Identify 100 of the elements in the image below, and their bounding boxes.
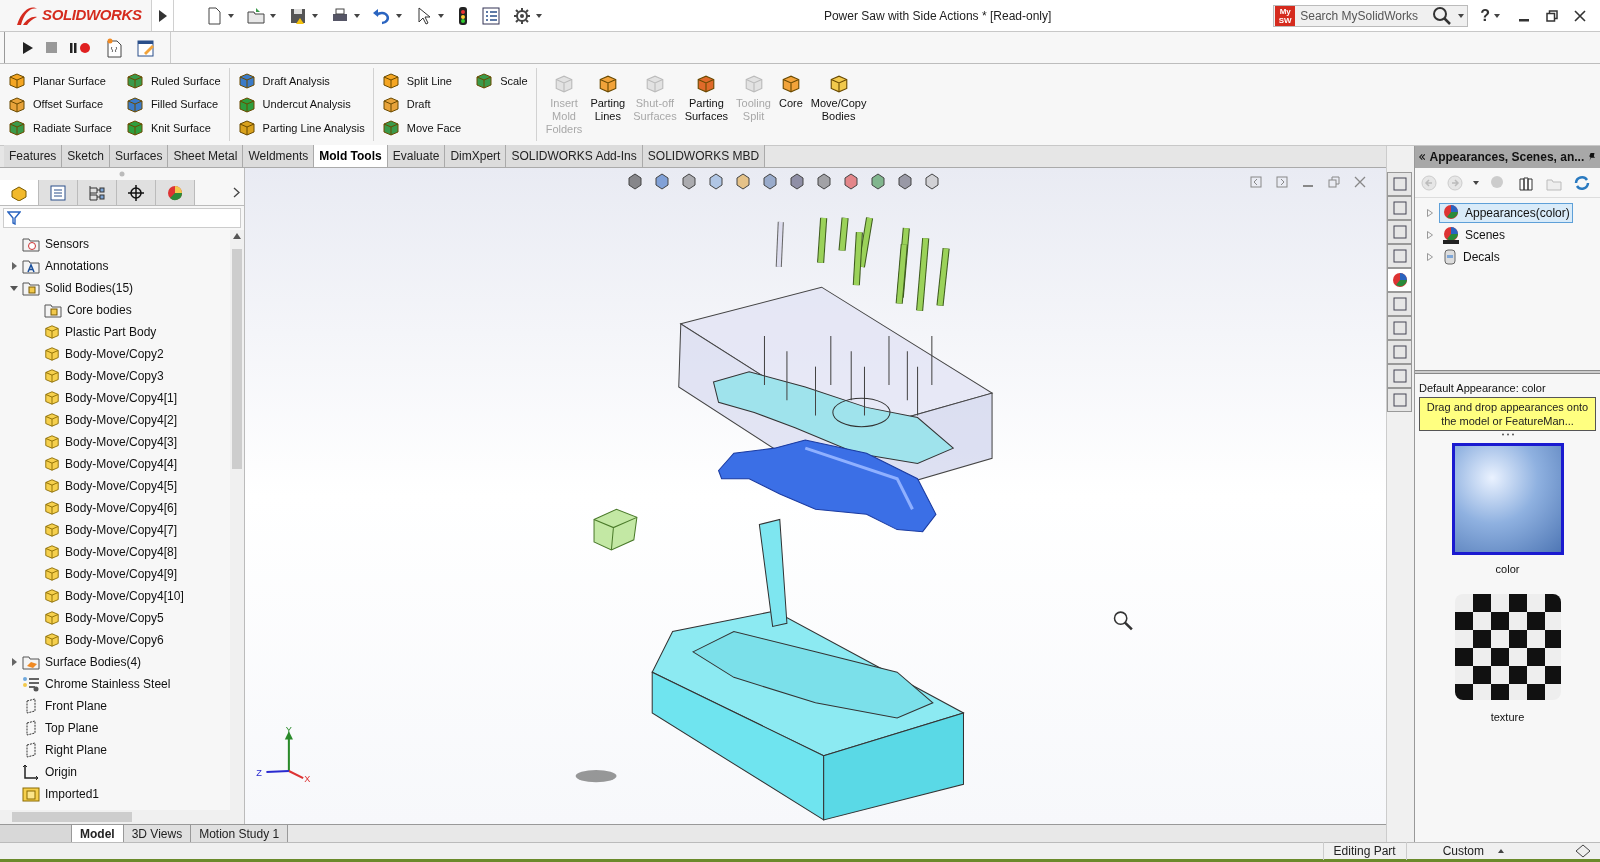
caret-icon[interactable] <box>438 13 444 18</box>
open-folder-icon[interactable] <box>246 5 266 26</box>
command-tab[interactable]: SOLIDWORKS MBD <box>642 145 766 167</box>
view-tool-icon[interactable] <box>895 171 915 191</box>
tree-item-label[interactable]: Body-Move/Copy6 <box>65 631 164 649</box>
tool-button[interactable]: Split Line <box>381 70 462 92</box>
mold-tool-button[interactable]: Parting Lines <box>587 74 629 123</box>
tree-item-label[interactable]: Body-Move/Copy4[7] <box>65 521 178 539</box>
expand-arrow-icon[interactable] <box>1427 208 1433 217</box>
edit-macro-icon[interactable] <box>136 37 156 58</box>
tool-button[interactable]: Parting Line Analysis <box>237 117 365 139</box>
units-menu[interactable]: Custom <box>1442 842 1504 860</box>
tree-item-label[interactable]: Origin <box>45 763 77 781</box>
tree-item-label[interactable]: Surface Bodies(4) <box>45 653 142 671</box>
command-tab[interactable]: Sketch <box>62 145 111 167</box>
command-tab[interactable]: Evaluate <box>387 145 446 167</box>
vertical-scrollbar[interactable] <box>230 230 244 810</box>
command-tab[interactable]: Weldments <box>243 145 315 167</box>
tool-button[interactable]: Radiate Surface <box>8 117 112 139</box>
tree-item-label[interactable]: Body-Move/Copy4[1] <box>65 389 178 407</box>
tool-button[interactable]: Undercut Analysis <box>237 93 365 116</box>
caret-icon[interactable] <box>270 13 276 18</box>
filter-field[interactable] <box>3 208 241 228</box>
new-macro-icon[interactable] <box>105 37 123 58</box>
collapse-arrow-icon[interactable] <box>10 284 18 292</box>
command-tab[interactable]: Sheet Metal <box>168 145 244 167</box>
tree-item-label[interactable]: Body-Move/Copy4[5] <box>65 477 178 495</box>
tree-item-label[interactable]: Front Plane <box>45 697 108 715</box>
tool-button[interactable]: Planar Surface <box>8 70 112 92</box>
tool-button[interactable]: Draft <box>381 93 462 116</box>
appearance-pane-tab[interactable] <box>1387 268 1412 292</box>
view-tool-icon[interactable] <box>733 171 753 191</box>
expand-arrow-icon[interactable] <box>10 658 18 666</box>
model-tab[interactable]: Motion Study 1 <box>191 825 289 842</box>
view-tool-icon[interactable] <box>706 171 726 191</box>
tree-item-label[interactable]: Annotations <box>45 257 109 275</box>
dimxpert-manager-tab[interactable] <box>117 180 156 205</box>
tree-item-label[interactable]: Body-Move/Copy4[8] <box>65 543 178 561</box>
filter-icon[interactable] <box>7 211 21 225</box>
horizontal-scrollbar[interactable] <box>0 810 244 824</box>
grip-dot-icon[interactable] <box>119 171 125 177</box>
play-icon[interactable] <box>23 41 33 54</box>
tile-right-icon[interactable] <box>1276 176 1288 188</box>
tree-item-label[interactable]: Body-Move/Copy4[3] <box>65 433 178 451</box>
tree-item-label[interactable]: Imported1 <box>45 785 100 803</box>
pause-record-icon[interactable] <box>70 41 92 54</box>
caret-icon[interactable] <box>1494 13 1500 18</box>
tree-item-label[interactable]: Plastic Part Body <box>65 323 157 341</box>
tool-button[interactable]: Filled Surface <box>125 93 221 116</box>
tree-item-label[interactable]: Right Plane <box>45 741 108 759</box>
chevron-right-icon[interactable] <box>233 187 240 198</box>
feature-manager-tab[interactable] <box>0 180 39 205</box>
expand-arrow-icon[interactable] <box>1427 230 1433 239</box>
command-tab[interactable]: Surfaces <box>110 145 169 167</box>
command-tab[interactable]: Mold Tools <box>314 145 388 167</box>
caret-icon[interactable] <box>312 13 318 18</box>
tree-item-label[interactable]: Sensors <box>45 235 90 253</box>
model-tab[interactable]: 3D Views <box>123 825 192 842</box>
tool-button[interactable]: Offset Surface <box>8 93 112 116</box>
tree-item-label[interactable]: Body-Move/Copy4[10] <box>65 587 184 605</box>
command-tab[interactable]: DimXpert <box>445 145 507 167</box>
view-tool-icon[interactable] <box>625 171 645 191</box>
expand-menu-icon[interactable] <box>158 9 167 22</box>
task-tree-item[interactable]: Appearances(color) <box>1439 202 1573 223</box>
view-tool-icon[interactable] <box>868 171 888 191</box>
mold-tool-button[interactable]: Parting Surfaces <box>681 74 732 123</box>
restore-icon[interactable] <box>1546 9 1558 22</box>
collapse-chevrons-icon[interactable] <box>1419 152 1426 162</box>
tool-button[interactable]: Draft Analysis <box>237 70 365 92</box>
expand-arrow-icon[interactable] <box>1427 252 1433 261</box>
view-tool-icon[interactable] <box>922 171 942 191</box>
tree-item-label[interactable]: Solid Bodies(15) <box>45 279 134 297</box>
tool-button[interactable]: Scale <box>475 70 528 92</box>
refresh-icon[interactable] <box>1573 173 1591 192</box>
tree-item-label[interactable]: Body-Move/Copy4[4] <box>65 455 178 473</box>
view-tool-icon[interactable] <box>760 171 780 191</box>
help-button[interactable]: ? <box>1480 3 1490 28</box>
model-tab[interactable]: Model <box>72 825 124 842</box>
tool-button[interactable]: Move Face <box>381 117 462 139</box>
scroll-up-icon[interactable] <box>233 233 241 239</box>
close-icon[interactable] <box>1574 9 1586 22</box>
view-tool-icon[interactable] <box>787 171 807 191</box>
caret-icon[interactable] <box>228 13 234 18</box>
tool-button[interactable]: Ruled Surface <box>125 70 221 92</box>
view-tool-icon[interactable] <box>652 171 672 191</box>
expand-arrow-icon[interactable] <box>10 262 18 270</box>
list-options-icon[interactable] <box>482 5 500 26</box>
tree-item-label[interactable]: Body-Move/Copy5 <box>65 609 164 627</box>
task-tree-item[interactable]: Scenes <box>1439 224 1509 245</box>
graphics-viewport[interactable]: Y Z X <box>245 168 1386 824</box>
mold-tool-button[interactable]: Move/Copy Bodies <box>807 74 870 123</box>
command-tab[interactable]: Features <box>4 145 63 167</box>
property-manager-tab[interactable] <box>39 180 78 205</box>
traffic-light-icon[interactable] <box>456 5 470 26</box>
mold-tool-button[interactable]: Core <box>775 74 806 110</box>
tree-item-label[interactable]: Core bodies <box>67 301 132 319</box>
tree-item-label[interactable]: Body-Move/Copy4[6] <box>65 499 178 517</box>
view-tool-icon[interactable] <box>814 171 834 191</box>
tree-item-label[interactable]: Body-Move/Copy4[9] <box>65 565 178 583</box>
view-tool-icon[interactable] <box>841 171 861 191</box>
